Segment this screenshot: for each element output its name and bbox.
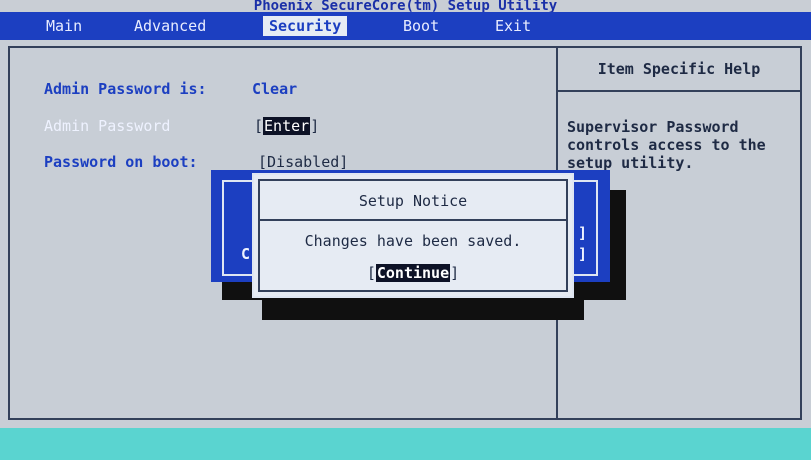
admin-status-label: Admin Password is: [44, 80, 207, 98]
footer-bar [0, 428, 811, 460]
tab-advanced[interactable]: Advanced [128, 16, 212, 36]
bracket-right: ] [450, 264, 460, 282]
password-on-boot-value[interactable]: [Disabled] [258, 153, 348, 171]
tab-security[interactable]: Security [263, 16, 348, 36]
menu-bar: Main Advanced Security Boot Exit [0, 12, 811, 40]
admin-password-field[interactable]: [Enter] [254, 117, 319, 135]
help-text: Supervisor Password controls access to t… [567, 118, 766, 172]
dialog-shadow [262, 297, 584, 320]
password-on-boot-label[interactable]: Password on boot: [44, 153, 198, 171]
app-title: Phoenix SecureCore(tm) Setup Utility [0, 0, 811, 12]
tab-boot[interactable]: Boot [397, 16, 445, 36]
bracket-right: ] [310, 117, 320, 135]
tab-exit[interactable]: Exit [489, 16, 537, 36]
bracket-left: [ [254, 117, 264, 135]
admin-status-value: Clear [252, 80, 298, 98]
continue-button-label[interactable]: Continue [375, 264, 451, 282]
help-title: Item Specific Help [597, 60, 761, 78]
dialog-title: Setup Notice [358, 192, 468, 210]
setup-notice-dialog: Setup Notice Changes have been saved. [C… [252, 173, 574, 298]
dialog-divider [260, 219, 566, 221]
bracket-left: [ [366, 264, 376, 282]
dialog-frame: Setup Notice Changes have been saved. [C… [258, 179, 568, 292]
help-divider [558, 90, 800, 92]
admin-password-label[interactable]: Admin Password [44, 117, 170, 135]
dialog-message: Changes have been saved. [304, 232, 522, 250]
background-popup-text-right-1: ] [578, 224, 588, 242]
continue-button[interactable]: [Continue] [260, 264, 566, 282]
background-popup-text-left: C [241, 245, 251, 263]
tab-main[interactable]: Main [40, 16, 88, 36]
background-popup-text-right-2: ] [578, 245, 588, 263]
admin-password-value[interactable]: Enter [263, 117, 311, 135]
